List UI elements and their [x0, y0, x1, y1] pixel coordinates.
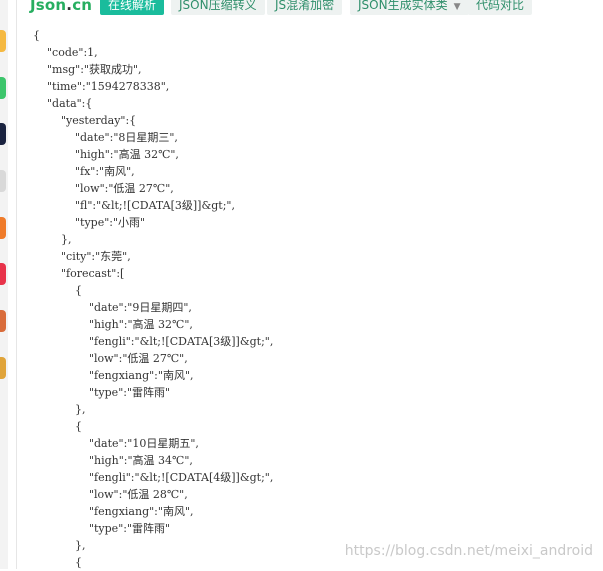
dock-app-icon[interactable]: [0, 170, 6, 192]
tab-online-parse[interactable]: 在线解析: [100, 0, 165, 15]
json-line: "fl":"&lt;![CDATA[3级]]&gt;",: [33, 199, 235, 212]
json-line: "low":"低温 28℃",: [33, 488, 188, 501]
dock-app-icon[interactable]: [0, 263, 6, 285]
json-line: "date":"9日星期四",: [33, 301, 192, 314]
json-viewer: { "code":1, "msg":"获取成功", "time":"159427…: [33, 27, 273, 571]
json-line: "time":"1594278338",: [33, 80, 170, 93]
dock-app-icon[interactable]: [0, 123, 6, 145]
json-line: "fx":"南风",: [33, 165, 135, 178]
json-line: "type":"雷阵雨": [33, 386, 171, 399]
json-line: {: [33, 420, 82, 433]
tab-js-obfuscate[interactable]: JS混淆加密: [267, 0, 343, 15]
json-line: },: [33, 233, 72, 246]
json-line: "msg":"获取成功",: [33, 63, 142, 76]
dock-app-icon[interactable]: [0, 30, 6, 52]
tab-json-compress-escape[interactable]: JSON压缩转义: [171, 0, 265, 15]
logo-suffix: cn: [72, 0, 93, 14]
dock-app-icon[interactable]: [0, 357, 6, 379]
json-line: "fengxiang":"南风",: [33, 505, 194, 518]
json-line: "fengxiang":"南风",: [33, 369, 194, 382]
app-dock: [0, 0, 8, 569]
site-logo[interactable]: Json.cn: [30, 0, 92, 14]
json-line: "high":"高温 34℃",: [33, 454, 193, 467]
json-line: "yesterday":{: [33, 114, 137, 127]
json-line: },: [33, 539, 86, 552]
json-line: "high":"高温 32℃",: [33, 318, 193, 331]
json-line: {: [33, 556, 82, 569]
json-line: {: [33, 284, 82, 297]
json-line: "low":"低温 27℃",: [33, 352, 188, 365]
json-line: "data":{: [33, 97, 93, 110]
watermark: https://blog.csdn.net/meixi_android: [344, 543, 593, 559]
logo-main: Json: [30, 0, 67, 14]
json-line: "date":"8日星期三",: [33, 131, 178, 144]
json-line: "fengli":"&lt;![CDATA[4级]]&gt;",: [33, 471, 274, 484]
tab-json-entity-class[interactable]: JSON生成实体类 ▼: [350, 0, 469, 15]
json-line: "type":"雷阵雨": [33, 522, 171, 535]
toolbar: Json.cn 在线解析 JSON压缩转义 JS混淆加密 JSON生成实体类 ▼ …: [17, 0, 603, 18]
json-line: "type":"小雨": [33, 216, 146, 229]
json-line: "forecast":[: [33, 267, 125, 280]
dock-divider: [16, 0, 17, 569]
chevron-down-icon: ▼: [453, 2, 461, 12]
json-line: "low":"低温 27℃",: [33, 182, 174, 195]
json-line: },: [33, 403, 86, 416]
json-line: "code":1,: [33, 46, 98, 59]
json-line: "high":"高温 32℃",: [33, 148, 179, 161]
tab-json-entity-class-label: JSON生成实体类: [358, 0, 448, 12]
dock-app-icon[interactable]: [0, 217, 6, 239]
tab-code-compare[interactable]: 代码对比: [468, 0, 533, 15]
json-line: "city":"东莞",: [33, 250, 131, 263]
json-line: "fengli":"&lt;![CDATA[3级]]&gt;",: [33, 335, 274, 348]
json-line: {: [33, 29, 40, 42]
dock-app-icon[interactable]: [0, 310, 6, 332]
json-line: "date":"10日星期五",: [33, 437, 199, 450]
dock-app-icon[interactable]: [0, 77, 6, 99]
